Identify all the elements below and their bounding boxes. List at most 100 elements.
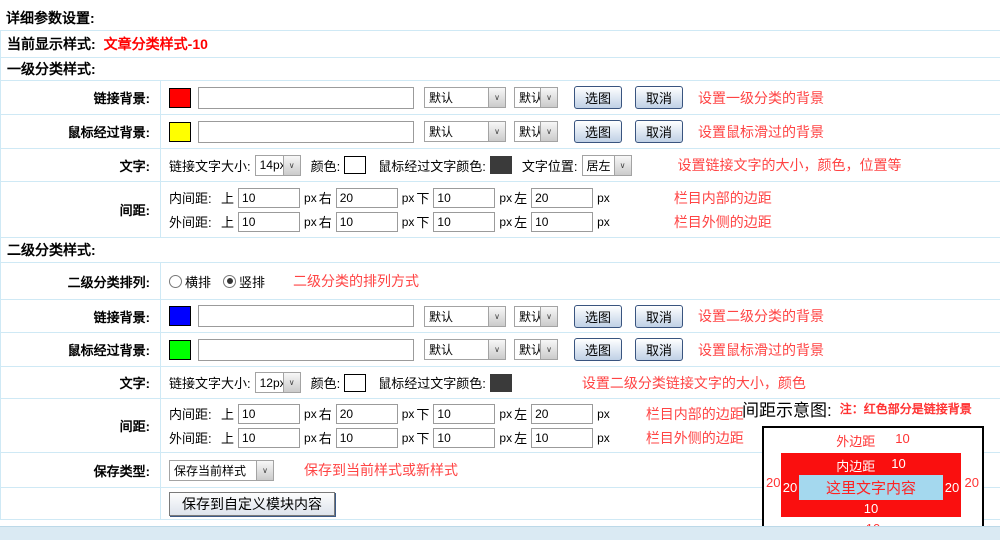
s1-outer-top-input[interactable] xyxy=(238,212,300,232)
save-type-select[interactable]: 保存当前样式 ∨ xyxy=(169,460,274,481)
s2-hover-bg-row: 鼠标经过背景: 默认 ∨ 默认 ∨ 选图 取消 设置鼠标滑过的背景 xyxy=(1,333,1000,367)
detail-settings-page: 详细参数设置: 当前显示样式: 文章分类样式-10 一级分类样式: 链接背景: … xyxy=(0,0,1000,540)
s1-hover-bg-select2[interactable]: 默认 ∨ xyxy=(514,121,558,142)
s2-hover-bg-hint: 设置鼠标滑过的背景 xyxy=(698,340,824,360)
s1-link-bg-select2[interactable]: 默认 ∨ xyxy=(514,87,558,108)
s1-outer-right-input[interactable] xyxy=(336,212,398,232)
current-style-label: 当前显示样式: xyxy=(7,34,96,54)
s1-text-label: 文字: xyxy=(1,149,161,181)
chevron-down-icon: ∨ xyxy=(614,156,631,175)
s1-inner-top-input[interactable] xyxy=(238,188,300,208)
chevron-down-icon: ∨ xyxy=(540,340,557,359)
diagram-title: 间距示意图: xyxy=(742,396,832,421)
s2-link-bg-input[interactable] xyxy=(198,305,414,327)
s2-outer-right-input[interactable] xyxy=(336,428,398,448)
s2-link-bg-color-swatch[interactable] xyxy=(169,306,191,326)
current-style-row: 当前显示样式: 文章分类样式-10 xyxy=(1,31,1000,58)
save-button-row-label xyxy=(1,488,161,519)
chevron-down-icon: ∨ xyxy=(540,307,557,326)
chevron-down-icon: ∨ xyxy=(488,122,505,141)
s1-inner-spacing-hint: 栏目内部的边距 xyxy=(674,188,772,208)
s1-hover-bg-input[interactable] xyxy=(198,121,414,143)
s2-hover-bg-select1[interactable]: 默认 ∨ xyxy=(424,339,506,360)
s2-outer-bottom-input[interactable] xyxy=(433,428,495,448)
s2-link-bg-select1[interactable]: 默认 ∨ xyxy=(424,306,506,327)
save-type-label: 保存类型: xyxy=(1,453,161,487)
diagram-outer-right-value: 20 xyxy=(965,475,979,490)
section1-heading: 一级分类样式: xyxy=(1,58,1000,81)
s2-hover-bg-pick-image-button[interactable]: 选图 xyxy=(574,338,622,361)
s2-hover-text-color-swatch[interactable] xyxy=(490,374,512,392)
s1-link-bg-pick-image-button[interactable]: 选图 xyxy=(574,86,622,109)
s2-link-bg-hint: 设置二级分类的背景 xyxy=(698,306,824,326)
s2-font-size-label: 链接文字大小: xyxy=(169,373,251,392)
save-to-custom-module-button[interactable]: 保存到自定义模块内容 xyxy=(169,492,335,516)
s2-outer-left-input[interactable] xyxy=(531,428,593,448)
s2-outer-top-input[interactable] xyxy=(238,428,300,448)
arrange-horizontal-label: 横排 xyxy=(185,272,211,291)
save-type-hint: 保存到当前样式或新样式 xyxy=(304,460,458,480)
s1-hover-bg-cancel-button[interactable]: 取消 xyxy=(635,120,683,143)
section2-heading: 二级分类样式: xyxy=(1,238,1000,263)
s1-spacing-row: 间距: 内间距: 上 px 右 px 下 px 左 px 栏目内部的边距 xyxy=(1,182,1000,238)
s2-spacing-label: 间距: xyxy=(1,399,161,452)
s1-hover-text-color-swatch[interactable] xyxy=(490,156,512,174)
s1-link-bg-cancel-button[interactable]: 取消 xyxy=(635,86,683,109)
s1-outer-left-input[interactable] xyxy=(531,212,593,232)
s2-inner-top-input[interactable] xyxy=(238,404,300,424)
chevron-down-icon: ∨ xyxy=(256,461,273,480)
s1-outer-bottom-input[interactable] xyxy=(433,212,495,232)
page-title: 详细参数设置: xyxy=(0,0,1000,30)
s2-link-bg-cancel-button[interactable]: 取消 xyxy=(635,305,683,328)
s1-spacing-label: 间距: xyxy=(1,182,161,237)
s1-text-color-swatch[interactable] xyxy=(344,156,366,174)
s2-hover-bg-label: 鼠标经过背景: xyxy=(1,333,161,366)
diagram-outer-left-value: 20 xyxy=(766,475,780,490)
s1-inner-left-input[interactable] xyxy=(531,188,593,208)
s2-text-color-swatch[interactable] xyxy=(344,374,366,392)
s1-outer-spacing-hint: 栏目外侧的边距 xyxy=(674,212,772,232)
chevron-down-icon: ∨ xyxy=(540,122,557,141)
s1-link-bg-row: 链接背景: 默认 ∨ 默认 ∨ 选图 取消 设置一级分类的背景 xyxy=(1,81,1000,115)
arrange-horizontal-radio[interactable] xyxy=(169,275,182,288)
s2-link-bg-pick-image-button[interactable]: 选图 xyxy=(574,305,622,328)
s2-arrange-label: 二级分类排列: xyxy=(1,263,161,299)
s2-hover-bg-cancel-button[interactable]: 取消 xyxy=(635,338,683,361)
s2-arrange-row: 二级分类排列: 横排 竖排 二级分类的排列方式 xyxy=(1,263,1000,300)
arrange-vertical-radio[interactable] xyxy=(223,275,236,288)
chevron-down-icon: ∨ xyxy=(488,340,505,359)
s2-text-hint: 设置二级分类链接文字的大小，颜色 xyxy=(582,373,806,393)
s1-hover-bg-label: 鼠标经过背景: xyxy=(1,115,161,148)
diagram-inner-left-value: 20 xyxy=(781,480,799,495)
s1-font-size-select[interactable]: 14px ∨ xyxy=(255,155,301,176)
s1-link-bg-color-swatch[interactable] xyxy=(169,88,191,108)
s1-link-bg-input[interactable] xyxy=(198,87,414,109)
s2-inner-right-input[interactable] xyxy=(336,404,398,424)
chevron-down-icon: ∨ xyxy=(283,156,300,175)
s2-hover-text-color-label: 鼠标经过文字颜色: xyxy=(378,373,486,392)
diagram-box: 外边距 10 内边距 10 20 这里文字内容 20 10 20 20 10 xyxy=(762,426,984,536)
s1-hover-bg-select1[interactable]: 默认 ∨ xyxy=(424,121,506,142)
arrange-vertical-label: 竖排 xyxy=(239,272,265,291)
s1-hover-bg-color-swatch[interactable] xyxy=(169,122,191,142)
s2-hover-bg-select2[interactable]: 默认 ∨ xyxy=(514,339,558,360)
s2-hover-bg-color-swatch[interactable] xyxy=(169,340,191,360)
s2-inner-left-input[interactable] xyxy=(531,404,593,424)
s2-arrange-hint: 二级分类的排列方式 xyxy=(293,271,419,291)
s1-text-position-select[interactable]: 居左 ∨ xyxy=(582,155,632,176)
s2-font-size-select[interactable]: 12px ∨ xyxy=(255,372,301,393)
s1-hover-bg-pick-image-button[interactable]: 选图 xyxy=(574,120,622,143)
s1-inner-spacing-line: 内间距: 上 px 右 px 下 px 左 px 栏目内部的边距 xyxy=(169,188,1000,208)
chevron-down-icon: ∨ xyxy=(488,88,505,107)
s2-text-row: 文字: 链接文字大小: 12px ∨ 颜色: 鼠标经过文字颜色: 设置二级分类链… xyxy=(1,367,1000,399)
s2-link-bg-label: 链接背景: xyxy=(1,300,161,332)
s1-link-bg-select1[interactable]: 默认 ∨ xyxy=(424,87,506,108)
s1-inner-bottom-input[interactable] xyxy=(433,188,495,208)
s2-link-bg-select2[interactable]: 默认 ∨ xyxy=(514,306,558,327)
s1-inner-right-input[interactable] xyxy=(336,188,398,208)
s2-hover-bg-input[interactable] xyxy=(198,339,414,361)
diagram-inner-right-value: 20 xyxy=(943,480,961,495)
s1-hover-bg-hint: 设置鼠标滑过的背景 xyxy=(698,122,824,142)
s2-inner-bottom-input[interactable] xyxy=(433,404,495,424)
chevron-down-icon: ∨ xyxy=(540,88,557,107)
